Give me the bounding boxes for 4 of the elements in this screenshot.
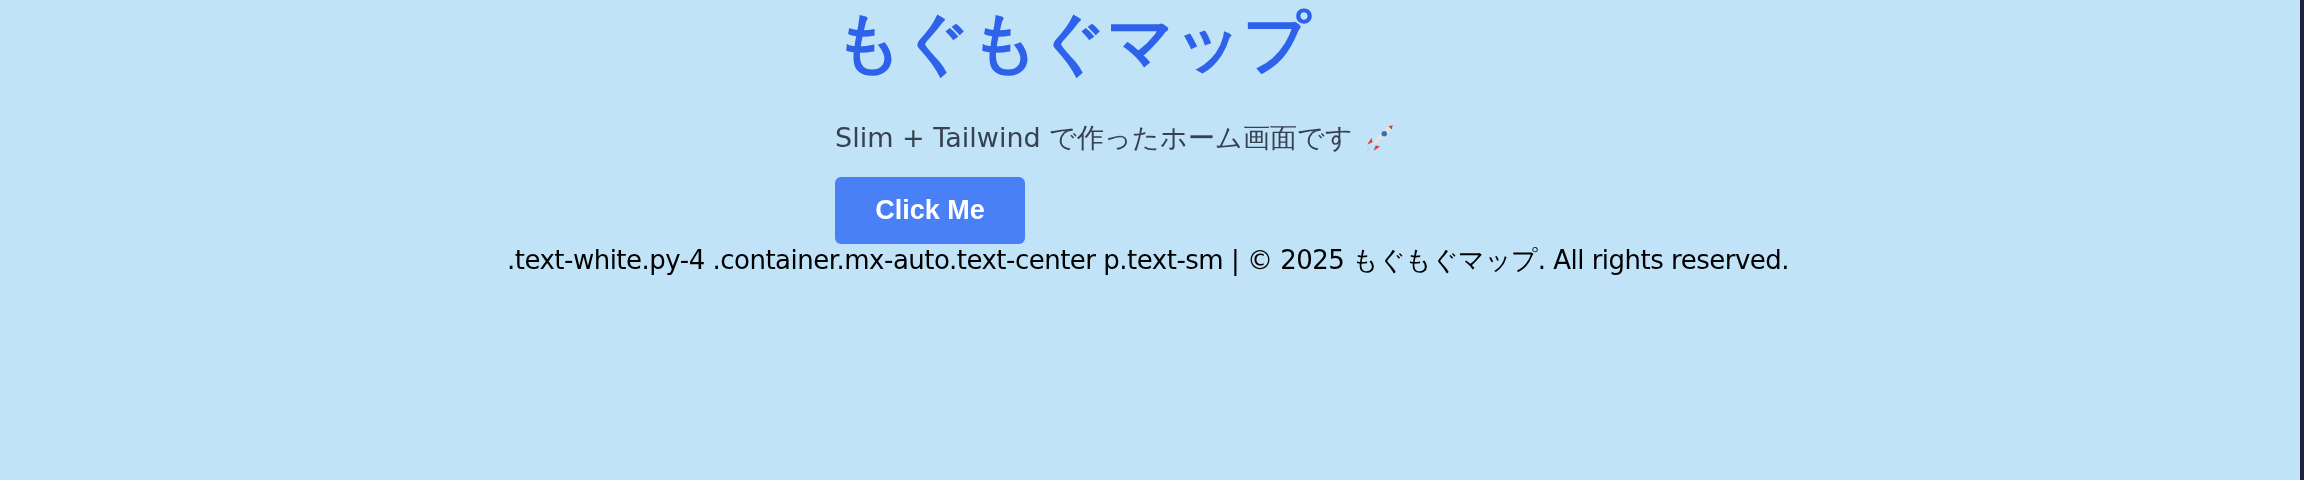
footer-text: .text-white.py-4 .container.mx-auto.text-center p.text-sm | © 2025 もぐもぐマップ. All rights reserved. bbox=[506, 245, 1790, 275]
subtitle: Slim + Tailwind で作ったホーム画面です bbox=[835, 121, 1354, 155]
page-title: もぐもぐマップ bbox=[835, 3, 1311, 83]
click-me-button[interactable]: Click Me bbox=[835, 177, 1025, 244]
